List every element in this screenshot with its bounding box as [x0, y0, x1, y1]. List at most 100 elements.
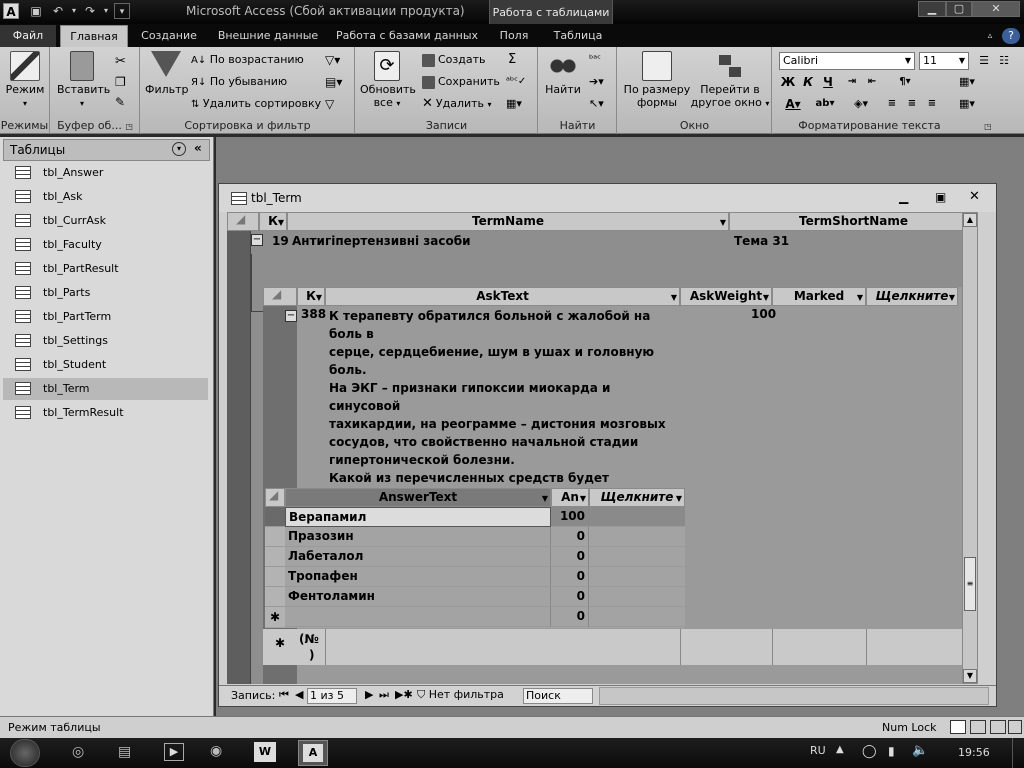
nav-item-tbl-settings[interactable]: tbl_Settings: [3, 330, 208, 352]
word-taskbar-icon[interactable]: W: [254, 742, 276, 762]
volume-icon[interactable]: 🔈: [912, 743, 928, 758]
clock[interactable]: 19:56: [958, 746, 990, 759]
doc-minimize-button[interactable]: ▁: [899, 190, 908, 204]
close-button[interactable]: ✕: [972, 1, 1020, 17]
askweight-header[interactable]: AskWeight ▼: [680, 287, 772, 306]
tab-create[interactable]: Создание: [132, 25, 206, 47]
ask-new-record-weight[interactable]: [680, 629, 772, 665]
pivot-chart-view-icon[interactable]: [990, 720, 1006, 734]
chevron-down-icon[interactable]: ▼: [671, 289, 677, 306]
answer-value-cell[interactable]: 100: [551, 507, 589, 527]
dialog-launcher-icon[interactable]: ◳: [984, 122, 992, 131]
copy-icon[interactable]: ❐: [115, 73, 126, 91]
italic-button[interactable]: К: [799, 73, 817, 91]
tab-file[interactable]: Файл: [0, 25, 56, 47]
chevron-down-icon[interactable]: ▼: [542, 490, 548, 507]
gridlines-icon[interactable]: ▦▾: [953, 73, 981, 91]
chevron-down-icon[interactable]: ▼: [720, 214, 726, 231]
answer-record-selector[interactable]: [265, 547, 285, 567]
align-center-icon[interactable]: ≡: [903, 95, 921, 113]
network-icon[interactable]: ▮: [888, 744, 895, 758]
answer-text-cell[interactable]: Лабеталол: [285, 547, 551, 567]
nav-item-tbl-faculty[interactable]: tbl_Faculty: [3, 234, 208, 256]
dialog-launcher-icon[interactable]: ◳: [125, 122, 133, 131]
switch-windows-button[interactable]: Перейти в другое окно ▾: [690, 51, 770, 110]
bold-button[interactable]: Ж: [779, 73, 797, 91]
filter-status-button[interactable]: ⛉ Нет фильтра: [417, 688, 504, 702]
ask-k-header[interactable]: К ▼: [297, 287, 325, 306]
undo-dropdown-icon[interactable]: ▾: [66, 3, 82, 19]
start-button[interactable]: [10, 739, 40, 767]
tab-fields[interactable]: Поля: [490, 25, 538, 47]
first-record-icon[interactable]: ⏮: [279, 688, 289, 702]
term-collapse-icon[interactable]: −: [251, 234, 263, 246]
view-mode-button[interactable]: Режим ▾: [4, 51, 46, 110]
marked-header[interactable]: Marked ▼: [772, 287, 866, 306]
chevron-down-icon[interactable]: ▼: [316, 289, 322, 306]
filter-button[interactable]: Фильтр: [145, 51, 189, 96]
tray-expand-icon[interactable]: ▲: [836, 744, 844, 755]
answer-add-field-header[interactable]: Щелкните ▼: [589, 488, 685, 507]
ask-select-all-corner[interactable]: ◢: [263, 287, 297, 306]
answer-text-cell[interactable]: Празозин: [285, 527, 551, 547]
tab-home[interactable]: Главная: [60, 25, 128, 47]
new-record-nav-icon[interactable]: ▶✱: [395, 688, 413, 701]
answer-extra-cell[interactable]: [589, 567, 685, 587]
chevron-down-icon[interactable]: ▼: [278, 214, 284, 231]
term-scroll-thumb[interactable]: ≡: [964, 557, 976, 611]
font-color-button[interactable]: A▾: [779, 95, 807, 113]
term-short-name-cell[interactable]: Тема 31: [731, 232, 971, 252]
pivot-table-view-icon[interactable]: [970, 720, 986, 734]
replace-icon[interactable]: ᵇᵃᶜ: [589, 51, 601, 69]
tab-database-tools[interactable]: Работа с базами данных: [330, 25, 484, 47]
answer-text-cell[interactable]: Фентоламин: [285, 587, 551, 607]
ask-weight-cell[interactable]: 100: [751, 307, 791, 321]
ask-collapse-icon[interactable]: −: [285, 310, 297, 322]
advanced-filter-icon[interactable]: ▤▾: [325, 73, 342, 91]
answer-extra-cell[interactable]: [589, 507, 685, 527]
answer-new-row-value[interactable]: 0: [551, 607, 589, 627]
chevron-down-icon[interactable]: ▼: [763, 289, 769, 306]
align-right-icon[interactable]: ≡: [923, 95, 941, 113]
select-all-corner[interactable]: ◢: [227, 212, 259, 231]
answer-record-selector[interactable]: [265, 567, 285, 587]
explorer-taskbar-icon[interactable]: ▤: [118, 744, 131, 760]
nav-item-tbl-currask[interactable]: tbl_CurrAsk: [3, 210, 208, 232]
answer-select-all-corner[interactable]: ◢: [265, 488, 285, 507]
nav-item-tbl-parts[interactable]: tbl_Parts: [3, 282, 208, 304]
asktext-header[interactable]: AskText ▼: [325, 287, 680, 306]
last-record-icon[interactable]: ⏭: [379, 688, 389, 702]
text-direction-icon[interactable]: ¶▾: [891, 73, 919, 91]
nav-pane-header[interactable]: Таблицы ▾ «: [3, 139, 210, 161]
termname-header[interactable]: TermName ▼: [287, 212, 729, 231]
scroll-down-icon[interactable]: ▼: [963, 669, 977, 683]
chevron-down-icon[interactable]: ▼: [676, 490, 682, 507]
term-vertical-scrollbar[interactable]: ▲ ≡ ▼: [962, 212, 978, 684]
nav-item-tbl-student[interactable]: tbl_Student: [3, 354, 208, 376]
horizontal-scrollbar[interactable]: [599, 687, 989, 705]
answer-text-cell[interactable]: Верапамил: [285, 507, 551, 527]
font-name-combo[interactable]: Calibri ▼: [779, 52, 915, 70]
increase-indent-icon[interactable]: ⇥: [843, 73, 861, 91]
answer-an-header[interactable]: An ▼: [551, 488, 589, 507]
undo-icon[interactable]: ↶: [50, 3, 66, 19]
toggle-filter-icon[interactable]: ▽: [325, 95, 334, 113]
totals-icon[interactable]: Σ: [508, 51, 516, 69]
tray-app-icon[interactable]: ◯: [862, 744, 877, 759]
prev-record-icon[interactable]: ◀: [295, 688, 303, 701]
chevron-down-icon[interactable]: ▼: [949, 289, 955, 306]
underline-button[interactable]: Ч: [819, 73, 837, 91]
tab-table[interactable]: Таблица: [540, 25, 616, 47]
chevron-down-icon[interactable]: ▼: [580, 490, 586, 507]
spelling-icon[interactable]: ᵃᵇᶜ✓: [506, 73, 526, 91]
ask-new-record-text[interactable]: [325, 629, 680, 665]
remove-sort-button[interactable]: ⇅ Удалить сортировку: [191, 95, 321, 113]
access-app-icon[interactable]: A: [3, 3, 19, 19]
design-view-icon[interactable]: [1008, 720, 1022, 734]
bullets-icon[interactable]: ☰: [975, 52, 993, 70]
sort-ascending-button[interactable]: A↓ По возрастанию: [191, 51, 304, 69]
answer-value-cell[interactable]: 0: [551, 567, 589, 587]
chevron-down-icon[interactable]: ▼: [857, 289, 863, 306]
select-icon[interactable]: ↖▾: [589, 95, 604, 113]
fit-to-form-button[interactable]: По размеру формы: [622, 51, 692, 109]
